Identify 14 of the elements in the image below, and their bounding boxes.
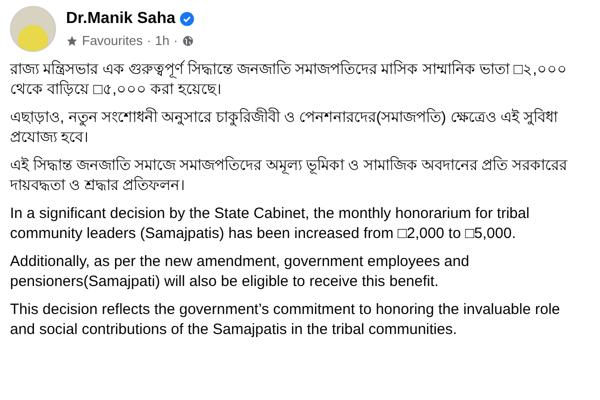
post-time[interactable]: 1h xyxy=(155,31,170,51)
separator-dot: · xyxy=(174,32,178,50)
avatar[interactable] xyxy=(10,6,56,52)
post-paragraph: রাজ্য মন্ত্রিসভার এক গুরুত্বপূর্ণ সিদ্ধান্তে জনজাতি সমাজপতিদের মাসিক সাম্মানিক ভাতা □২,০০০ থেকে বাড়িয়ে □৫,০০০ করা হয়েছে। xyxy=(10,60,568,100)
star-icon xyxy=(66,35,78,47)
post-paragraph: Additionally, as per the new amendment, government employees and pensioners(Samajpati) will also be eligible to receive this benefit. xyxy=(10,252,470,292)
separator-dot: · xyxy=(146,32,152,50)
globe-icon xyxy=(182,35,194,47)
author-name[interactable]: Dr.Manik Saha xyxy=(66,7,176,32)
post-paragraph: In a significant decision by the State Cabinet, the monthly honorarium for tribal community leaders (Samajpatis) has been increased from □2,000 to □5,000. xyxy=(10,204,530,244)
post-paragraph: This decision reflects the government’s commitment to honoring the invaluable role and social contributions of the Samajpatis in the tribal communities. xyxy=(10,300,562,340)
post-paragraph: এই সিদ্ধান্ত জনজাতি সমাজে সমাজপতিদের অমূল্য ভূমিকা ও সামাজিক অবদানের প্রতি সরকারের দায়বদ্ধতা ও শ্রদ্ধার প্রতিফলন। xyxy=(10,156,568,196)
post-paragraph: এছাড়াও, নতুন সংশোধনী অনুসারে চাকুরিজীবী ও পেনশনারদের(সমাজপতি) ক্ষেত্রেও এই সুবিধা প্রযোজ্য হবে। xyxy=(10,108,559,148)
audience-label: Favourites xyxy=(82,32,143,50)
